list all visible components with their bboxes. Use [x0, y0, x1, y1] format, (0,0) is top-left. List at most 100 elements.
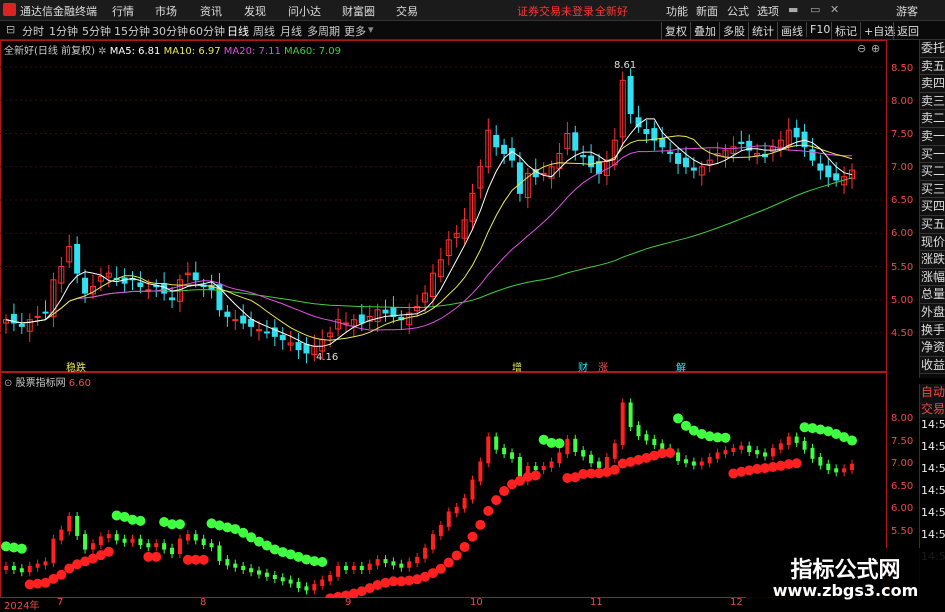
auto-trade-item[interactable]: 交易	[920, 401, 945, 419]
price-label: 7.00	[891, 162, 914, 173]
sub-body	[723, 450, 728, 455]
tab-weekly[interactable]: 周线	[253, 23, 275, 39]
side-item[interactable]: 卖三	[920, 92, 945, 111]
sub-body	[304, 586, 309, 591]
close-icon[interactable]: ✕	[830, 3, 839, 16]
tab-multi-period[interactable]: 多周期	[307, 23, 340, 39]
menu-wealth[interactable]: 财富圈	[342, 3, 375, 19]
time-label: 14:55	[921, 440, 945, 453]
sub-body	[83, 534, 88, 550]
tab-more[interactable]: 更多	[344, 23, 366, 39]
side-item[interactable]: 买三	[920, 180, 945, 199]
more-dropdown-icon[interactable]: ▾	[368, 23, 374, 36]
menu-function[interactable]: 功能	[666, 3, 688, 19]
candle-body	[667, 151, 674, 154]
sub-body	[644, 434, 649, 441]
band-dot-green	[720, 432, 731, 443]
sub-body	[336, 565, 341, 577]
sub-body	[842, 468, 847, 473]
candle-body	[659, 138, 666, 148]
sub-indicator	[1, 398, 857, 598]
side-item[interactable]: 卖二	[920, 110, 945, 128]
side-item[interactable]: 卖一	[920, 128, 945, 146]
tab-1min[interactable]: 1分钟	[49, 23, 78, 39]
candle-body	[675, 153, 682, 164]
side-item[interactable]: 卖五	[920, 57, 945, 76]
band-dot-green	[317, 556, 328, 567]
menu-formula[interactable]: 公式	[727, 3, 749, 19]
side-item[interactable]: 委托	[920, 40, 945, 58]
login-warning[interactable]: 证券交易未登录	[517, 3, 594, 19]
price-label: 7.50	[891, 129, 914, 140]
band-dot-red	[665, 447, 676, 458]
menu-trade[interactable]: 交易	[396, 3, 418, 19]
side-item[interactable]: 总量	[920, 286, 945, 304]
side-item[interactable]: 换手	[920, 321, 945, 340]
side-item[interactable]: 卖四	[920, 75, 945, 93]
side-item[interactable]: 买四	[920, 198, 945, 216]
sub-body	[604, 456, 609, 468]
sub-body	[573, 438, 578, 452]
sub-body	[739, 445, 744, 450]
guest-label[interactable]: 游客	[896, 3, 918, 19]
band-dot-red	[530, 470, 541, 481]
side-item[interactable]: 买一	[920, 145, 945, 164]
sub-body	[375, 559, 380, 566]
band-dot-red	[459, 541, 470, 552]
side-item[interactable]: 涨幅	[920, 268, 945, 287]
tab-timeshare[interactable]: 分时	[22, 23, 44, 39]
menu-news[interactable]: 资讯	[200, 3, 222, 19]
candle-body	[580, 154, 587, 158]
candle-body	[279, 334, 286, 341]
tab-15min[interactable]: 15分钟	[114, 23, 150, 39]
btn-adjust[interactable]: 复权	[661, 22, 690, 40]
x-axis-label: 8	[200, 597, 207, 608]
menu-new-page[interactable]: 新面	[696, 3, 718, 19]
time-label: 14:55	[921, 418, 945, 431]
menu-quotes[interactable]: 行情	[112, 3, 134, 19]
restore-icon[interactable]: ▭	[810, 3, 820, 16]
tab-5min[interactable]: 5分钟	[82, 23, 111, 39]
btn-overlay[interactable]: 叠加	[690, 22, 719, 40]
tab-60min[interactable]: 60分钟	[189, 23, 225, 39]
candle-body	[682, 157, 689, 168]
band-dot-red	[483, 505, 494, 516]
btn-f10[interactable]: F10	[806, 22, 833, 37]
sub-body	[312, 584, 317, 591]
btn-stats[interactable]: 统计	[748, 22, 777, 40]
kline-chart-svg[interactable]	[0, 40, 886, 598]
btn-mark[interactable]: 标记	[831, 22, 860, 40]
auto-trade-item[interactable]: 自动	[920, 384, 945, 402]
sub-body	[4, 565, 8, 570]
tab-daily[interactable]: 日线	[227, 23, 249, 39]
btn-multi-stock[interactable]: 多股	[719, 22, 748, 40]
candle-body	[34, 315, 41, 318]
candle-body	[501, 144, 508, 154]
sub-body	[154, 543, 159, 548]
side-item[interactable]: 买五	[920, 216, 945, 234]
sub-body	[533, 466, 538, 471]
sub-body	[541, 466, 546, 471]
side-item[interactable]: 收益	[920, 356, 945, 375]
menu-options[interactable]: 选项	[757, 3, 779, 19]
side-item[interactable]: 现价	[920, 233, 945, 252]
menu-discover[interactable]: 发现	[244, 3, 266, 19]
side-item[interactable]: 净资	[920, 339, 945, 357]
band-dot-green	[673, 413, 684, 424]
minimize-icon[interactable]: ▬	[788, 3, 798, 16]
sub-body	[810, 447, 815, 459]
tab-monthly[interactable]: 月线	[280, 23, 302, 39]
sub-body	[691, 461, 696, 466]
btn-draw[interactable]: 画线	[777, 22, 806, 40]
tab-30min[interactable]: 30分钟	[152, 23, 188, 39]
side-item[interactable]: 涨跌	[920, 251, 945, 269]
menu-ask[interactable]: 问小达	[288, 3, 321, 19]
price-label: 5.50	[891, 262, 914, 273]
side-item[interactable]: 外盘	[920, 304, 945, 322]
menu-market[interactable]: 市场	[155, 3, 177, 19]
btn-back[interactable]: 返回	[893, 22, 922, 40]
side-item[interactable]: 买二	[920, 163, 945, 181]
toggle-icon[interactable]: ⊟	[6, 23, 15, 36]
candle-body	[303, 343, 310, 354]
sub-body	[818, 456, 823, 466]
